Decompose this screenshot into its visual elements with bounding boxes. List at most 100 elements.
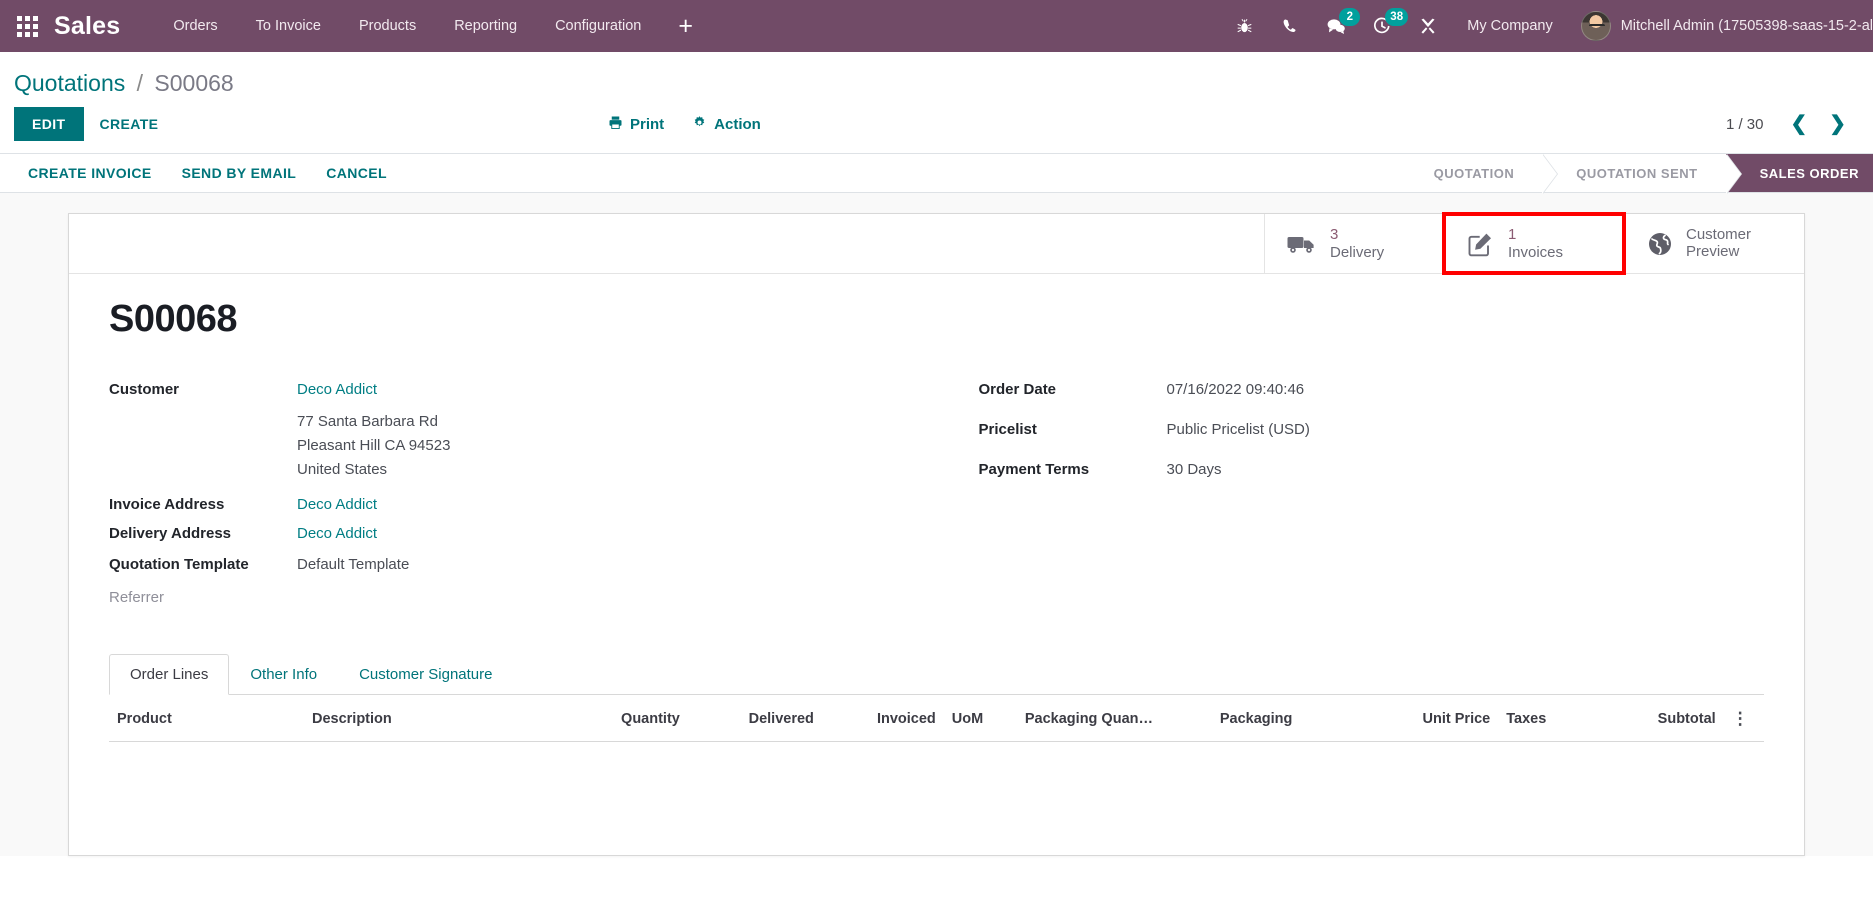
col-packaging[interactable]: Packaging xyxy=(1211,695,1371,742)
menu-reporting[interactable]: Reporting xyxy=(435,0,536,52)
tab-customer-signature[interactable]: Customer Signature xyxy=(338,654,513,695)
smart-button-invoices[interactable]: 1 Invoices xyxy=(1442,212,1626,275)
vertical-dots-icon: ⋮ xyxy=(1731,709,1749,728)
delivery-label: Delivery xyxy=(1330,243,1385,261)
col-uom[interactable]: UoM xyxy=(943,695,1017,742)
col-taxes[interactable]: Taxes xyxy=(1498,695,1590,742)
smart-button-customer-preview[interactable]: Customer Preview xyxy=(1624,214,1804,273)
apps-menu-button[interactable] xyxy=(0,0,54,52)
optional-columns-toggle[interactable]: ⋮ xyxy=(1723,695,1764,742)
tab-other-info[interactable]: Other Info xyxy=(229,654,338,695)
field-customer-value[interactable]: Deco Addict xyxy=(297,381,377,398)
form-column-right: Order Date 07/16/2022 09:40:46 Pricelist… xyxy=(937,381,1765,618)
truck-delivery-icon xyxy=(1287,233,1317,255)
activities-clock-icon[interactable]: 38 xyxy=(1359,0,1409,52)
phone-icon[interactable] xyxy=(1267,0,1313,52)
stage-quotation[interactable]: QUOTATION xyxy=(1399,154,1558,194)
menu-add-button[interactable]: + xyxy=(660,2,711,50)
printer-icon xyxy=(608,115,623,134)
customer-address-lines: 77 Santa Barbara Rd Pleasant Hill CA 945… xyxy=(297,410,450,482)
field-order-date-value[interactable]: 07/16/2022 09:40:46 xyxy=(1167,381,1305,398)
field-customer-label: Customer xyxy=(109,381,180,398)
table-row[interactable] xyxy=(109,742,1764,749)
row-quantity-cell[interactable] xyxy=(542,742,688,749)
app-brand-sales[interactable]: Sales xyxy=(54,12,120,41)
print-button[interactable]: Print xyxy=(608,115,664,134)
row-uom-cell[interactable] xyxy=(944,742,1017,749)
address-line-3: United States xyxy=(297,461,388,478)
field-delivery-address-value[interactable]: Deco Addict xyxy=(297,525,377,542)
menu-configuration[interactable]: Configuration xyxy=(536,0,660,52)
col-description[interactable]: Description xyxy=(303,695,542,742)
field-order-date: Order Date 07/16/2022 09:40:46 xyxy=(979,381,1765,398)
row-actions-cell xyxy=(1724,742,1764,749)
row-invoiced-cell[interactable] xyxy=(822,742,944,749)
col-invoiced[interactable]: Invoiced xyxy=(821,695,944,742)
create-invoice-button[interactable]: CREATE INVOICE xyxy=(14,157,166,189)
notebook-tabs: Order Lines Other Info Customer Signatur… xyxy=(109,654,1764,695)
form-sheet: 3 Delivery 1 Invoices Customer Preview S… xyxy=(68,212,1805,856)
field-quotation-template-value[interactable]: Default Template xyxy=(297,556,409,573)
stage-sales-order[interactable]: SALES ORDER xyxy=(1725,154,1873,192)
field-quotation-template: Quotation Template Default Template xyxy=(109,556,937,573)
row-taxes-cell[interactable] xyxy=(1498,742,1589,749)
create-button[interactable]: CREATE xyxy=(84,107,175,141)
field-quotation-template-label: Quotation Template xyxy=(109,556,249,573)
field-pricelist-value[interactable]: Public Pricelist (USD) xyxy=(1167,421,1310,438)
tools-wrench-icon[interactable] xyxy=(1405,0,1451,52)
row-subtotal-cell[interactable] xyxy=(1590,742,1724,749)
menu-products[interactable]: Products xyxy=(340,0,435,52)
menu-orders[interactable]: Orders xyxy=(154,0,236,52)
row-description-cell[interactable] xyxy=(304,742,542,749)
order-lines-table: Product Description Quantity Delivered I… xyxy=(109,695,1764,748)
smart-button-bar: 3 Delivery 1 Invoices Customer Preview xyxy=(69,212,1804,275)
messages-icon[interactable]: 2 xyxy=(1313,0,1361,52)
col-delivered[interactable]: Delivered xyxy=(687,695,822,742)
field-delivery-address: Delivery Address Deco Addict xyxy=(109,525,937,542)
systray: 2 38 My Company Mitchell Admin (17505398… xyxy=(1221,0,1873,52)
delivery-count: 3 xyxy=(1330,226,1339,244)
row-packaging-cell[interactable] xyxy=(1212,742,1370,749)
col-quantity[interactable]: Quantity xyxy=(541,695,688,742)
row-unit-price-cell[interactable] xyxy=(1370,742,1498,749)
smart-button-delivery-text: 3 Delivery xyxy=(1330,226,1384,261)
invoices-label: Invoices xyxy=(1508,243,1564,261)
user-menu[interactable]: Mitchell Admin (17505398-saas-15-2-al xyxy=(1569,11,1873,41)
row-packaging-quantity-cell[interactable] xyxy=(1017,742,1212,749)
pencil-square-invoice-icon xyxy=(1467,231,1495,257)
col-unit-price[interactable]: Unit Price xyxy=(1370,695,1499,742)
chevron-left-icon[interactable]: ❮ xyxy=(1781,114,1816,134)
chevron-right-icon[interactable]: ❯ xyxy=(1820,114,1855,134)
field-referrer-label: Referrer xyxy=(109,589,165,606)
address-line-2: Pleasant Hill CA 94523 xyxy=(297,437,451,454)
address-line-1: 77 Santa Barbara Rd xyxy=(297,413,438,430)
field-invoice-address-value[interactable]: Deco Addict xyxy=(297,496,377,513)
statusbar-buttons: CREATE INVOICE SEND BY EMAIL CANCEL xyxy=(0,154,401,192)
control-panel: EDIT CREATE Print Action 1 / 30 ❮ ❯ xyxy=(0,103,1873,153)
row-delivered-cell[interactable] xyxy=(688,742,822,749)
order-lines-header: Product Description Quantity Delivered I… xyxy=(109,695,1764,742)
stage-quotation-sent[interactable]: QUOTATION SENT xyxy=(1542,154,1742,194)
company-switcher[interactable]: My Company xyxy=(1451,18,1568,34)
col-subtotal[interactable]: Subtotal xyxy=(1589,695,1724,742)
row-product-cell[interactable] xyxy=(109,742,304,749)
pager-count: 1 / 30 xyxy=(1725,115,1764,133)
col-packaging-quantity[interactable]: Packaging Quan… xyxy=(1016,695,1212,742)
smart-button-invoices-text: 1 Invoices xyxy=(1508,226,1563,261)
breadcrumb-root-quotations[interactable]: Quotations xyxy=(14,70,125,96)
menu-to-invoice[interactable]: To Invoice xyxy=(237,0,340,52)
edit-button[interactable]: EDIT xyxy=(14,107,84,141)
bug-icon[interactable] xyxy=(1221,0,1267,52)
field-order-date-label: Order Date xyxy=(978,381,1057,398)
cancel-button[interactable]: CANCEL xyxy=(312,157,401,189)
field-payment-terms-value[interactable]: 30 Days xyxy=(1167,461,1222,478)
col-product[interactable]: Product xyxy=(109,695,304,742)
control-panel-actions: Print Action xyxy=(608,115,761,134)
send-by-email-button[interactable]: SEND BY EMAIL xyxy=(168,157,311,189)
action-button[interactable]: Action xyxy=(692,115,761,134)
form-columns: Customer Deco Addict 77 Santa Barbara Rd… xyxy=(109,381,1764,618)
customer-address: 77 Santa Barbara Rd Pleasant Hill CA 945… xyxy=(109,410,937,482)
smart-button-delivery[interactable]: 3 Delivery xyxy=(1264,214,1444,273)
tab-order-lines[interactable]: Order Lines xyxy=(109,654,230,695)
smart-button-customer-preview-text: Customer Preview xyxy=(1686,226,1751,261)
